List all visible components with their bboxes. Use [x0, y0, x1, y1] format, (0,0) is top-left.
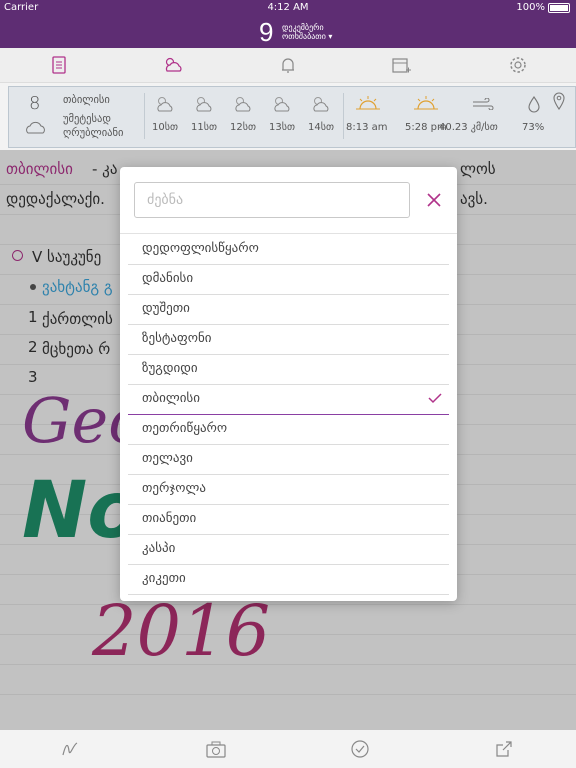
sunset-icon	[414, 96, 438, 110]
city-label: კასპი	[142, 541, 176, 556]
checkmark-icon	[428, 393, 442, 404]
toolbar	[0, 48, 576, 83]
gear-icon[interactable]	[507, 54, 529, 76]
city-list-item[interactable]: თბილისი	[128, 384, 449, 415]
city-list-item[interactable]: კასპი	[128, 534, 449, 565]
weather-icon[interactable]	[161, 54, 185, 76]
city-list-item[interactable]: ზუგდიდი	[128, 354, 449, 385]
sunrise-icon	[356, 96, 380, 110]
city-list-item[interactable]: დუშეთი	[128, 294, 449, 325]
city-label: თიანეთი	[142, 511, 197, 526]
weather-condition-2: ღრუბლიანი	[63, 127, 124, 139]
wind-speed: 40.23 კმ/სთ	[439, 122, 498, 133]
humidity-icon	[528, 96, 540, 113]
cloud-icon	[26, 121, 45, 134]
city-label: დმანისი	[142, 271, 194, 286]
city-picker-modal: დედოფლისწყარო დმანისი დუშეთი ზესტაფონი ზუგდი…	[120, 167, 457, 601]
checklist-icon[interactable]	[350, 739, 370, 759]
divider	[144, 93, 145, 139]
weather-condition-1: უმეტესად	[63, 113, 111, 125]
city-label: დუშეთი	[142, 301, 190, 316]
weather-city: თბილისი	[63, 94, 110, 106]
location-pin-icon[interactable]	[552, 91, 566, 111]
bell-icon[interactable]	[277, 54, 299, 76]
city-list-item[interactable]: თეთრიწყარო	[128, 414, 449, 445]
city-list-item[interactable]: თელავი	[128, 444, 449, 475]
divider	[343, 93, 344, 139]
calendar-add-icon[interactable]	[390, 54, 412, 76]
battery-icon	[548, 2, 570, 13]
city-search-input[interactable]	[134, 182, 410, 218]
forecast-hour: 14სთ	[308, 122, 334, 133]
forecast-hour: 10სთ	[152, 122, 178, 133]
month-label: დეკემბერი	[282, 23, 324, 32]
city-label: ზუგდიდი	[142, 361, 198, 376]
battery-label: 100%	[516, 2, 545, 13]
weekday-label: ოთხშაბათი ▾	[282, 32, 333, 41]
city-label: ზესტაფონი	[142, 331, 212, 346]
draw-icon[interactable]	[60, 739, 80, 759]
humidity-value: 73%	[522, 122, 545, 133]
battery-indicator: 100%	[516, 2, 570, 13]
city-list-item[interactable]: დმანისი	[128, 264, 449, 295]
city-list-item[interactable]: კიკეთი	[128, 564, 449, 595]
partly-cloudy-icon	[196, 97, 212, 112]
forecast-hour: 12სთ	[230, 122, 256, 133]
weather-panel[interactable]: 8 თბილისი უმეტესად ღრუბლიანი 10სთ 11სთ 12ს…	[8, 86, 576, 148]
forecast-hour: 11სთ	[191, 122, 217, 133]
city-label: დედოფლისწყარო	[142, 241, 259, 256]
clock: 4:12 AM	[267, 2, 309, 13]
city-list-item[interactable]: თერჯოლა	[128, 474, 449, 505]
status-bar: Carrier 4:12 AM 100%	[0, 0, 576, 16]
camera-icon[interactable]	[205, 739, 227, 759]
forecast-hour: 13სთ	[269, 122, 295, 133]
city-label: თერჯოლა	[142, 481, 206, 496]
partly-cloudy-icon	[235, 97, 251, 112]
month-selector[interactable]: დეკემბერი ოთხშაბათი ▾	[282, 23, 332, 41]
city-label: კიკეთი	[142, 571, 186, 586]
wind-icon	[473, 98, 494, 110]
note-icon[interactable]	[48, 54, 70, 76]
current-temperature: 8	[29, 93, 41, 114]
partly-cloudy-icon	[313, 97, 329, 112]
sunrise-time: 8:13 am	[346, 122, 388, 133]
share-icon[interactable]	[494, 739, 514, 759]
bottom-toolbar	[0, 730, 576, 768]
close-icon[interactable]	[424, 190, 444, 210]
city-label: თეთრიწყარო	[142, 421, 228, 436]
city-list-item[interactable]: ზესტაფონი	[128, 324, 449, 355]
day-number: 9	[259, 17, 274, 47]
city-list-item[interactable]: თიანეთი	[128, 504, 449, 535]
partly-cloudy-icon	[157, 97, 173, 112]
partly-cloudy-icon	[274, 97, 290, 112]
date-header[interactable]: 9 დეკემბერი ოთხშაბათი ▾	[0, 16, 576, 48]
city-label: თელავი	[142, 451, 193, 466]
city-label: თბილისი	[142, 391, 200, 406]
city-list-item[interactable]: დედოფლისწყარო	[128, 234, 449, 265]
